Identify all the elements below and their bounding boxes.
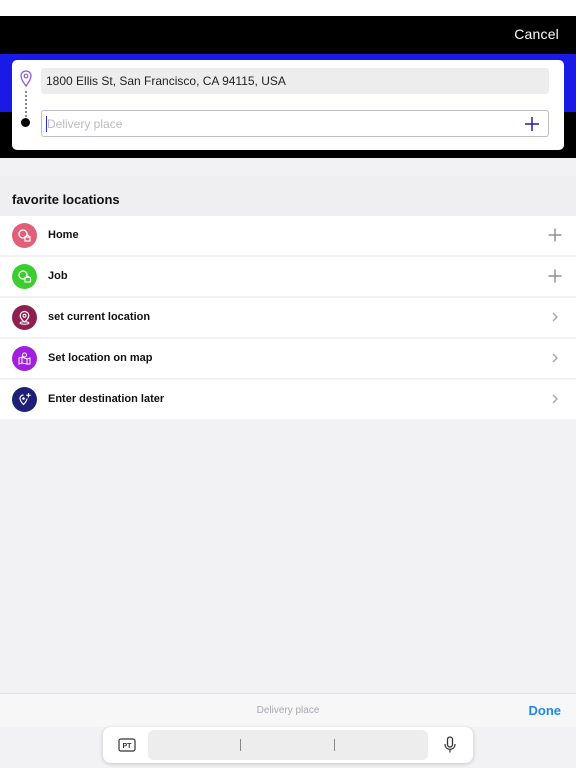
list-item-label: set current location — [48, 311, 151, 323]
accessory-field-label: Delivery place — [256, 705, 320, 716]
status-bar — [0, 0, 576, 16]
keyboard-shortcut-bar: PT — [103, 727, 473, 763]
destination-input[interactable] — [42, 111, 502, 136]
list-item-current-location[interactable]: set current location — [0, 298, 576, 337]
pin-plus-icon — [12, 387, 37, 412]
chevron-right-icon — [552, 394, 558, 404]
text-cursor — [46, 116, 47, 132]
list-item-destination-later[interactable]: Enter destination later — [0, 380, 576, 419]
done-button[interactable]: Done — [529, 703, 562, 718]
plus-icon[interactable] — [547, 268, 563, 284]
home-pin-icon — [12, 223, 37, 248]
microphone-icon[interactable] — [443, 736, 457, 754]
list-item-label: Enter destination later — [48, 393, 165, 405]
cancel-button[interactable]: Cancel — [514, 26, 559, 42]
add-stop-button[interactable] — [522, 114, 542, 134]
list-item-label: Home — [48, 229, 79, 241]
list-item-label: Set location on map — [48, 352, 153, 364]
keyboard-accessory-bar: Delivery place Done — [0, 693, 576, 727]
destination-dot-icon — [21, 118, 30, 127]
plus-icon[interactable] — [547, 227, 563, 243]
route-card: 1800 Ellis St, San Francisco, CA 94115, … — [12, 60, 564, 150]
briefcase-pin-icon — [12, 264, 37, 289]
favorites-list: Home Job set current location Set locati… — [0, 216, 576, 421]
list-item-location-on-map[interactable]: Set location on map — [0, 339, 576, 378]
origin-field[interactable]: 1800 Ellis St, San Francisco, CA 94115, … — [41, 68, 549, 94]
suggestion-divider — [240, 739, 241, 751]
header-top — [0, 16, 576, 54]
suggestion-divider — [334, 739, 335, 751]
origin-pin-icon — [20, 70, 32, 88]
list-item-home[interactable]: Home — [0, 216, 576, 255]
list-item-job[interactable]: Job — [0, 257, 576, 296]
favorites-title: favorite locations — [12, 192, 120, 207]
destination-field-container — [41, 110, 549, 137]
keyboard-language-icon[interactable]: PT — [118, 737, 136, 753]
route-connector — [25, 91, 27, 117]
list-item-label: Job — [48, 270, 68, 282]
location-pin-icon — [12, 305, 37, 330]
favorites-header: favorite locations — [0, 176, 576, 216]
keyboard-language-label: PT — [123, 743, 133, 750]
chevron-right-icon — [552, 312, 558, 322]
chevron-right-icon — [552, 353, 558, 363]
keyboard-suggestions[interactable] — [148, 730, 428, 760]
map-icon — [12, 346, 37, 371]
